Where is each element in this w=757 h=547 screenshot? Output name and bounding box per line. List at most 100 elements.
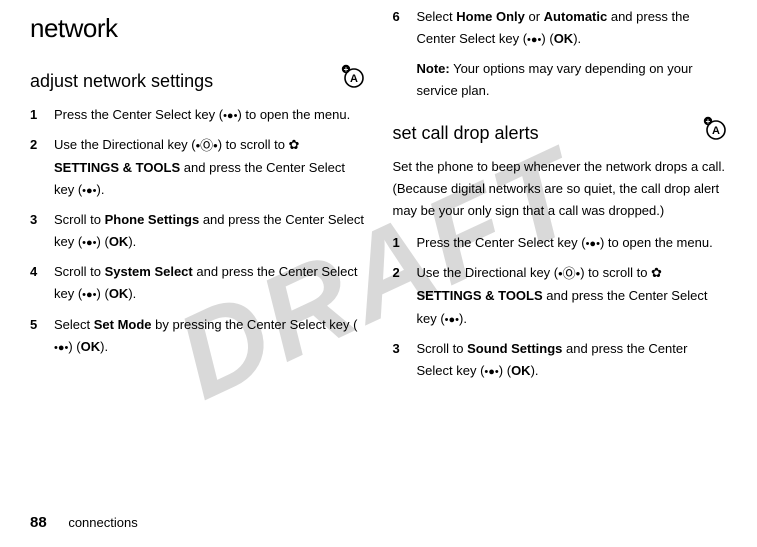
t: ) ( xyxy=(68,339,80,354)
t: ). xyxy=(128,234,136,249)
step-r2: 2 Use the Directional key (•Ⓞ•) to scrol… xyxy=(393,262,728,329)
antenna-plus-icon: A+ xyxy=(341,64,365,98)
t: ) to scroll to xyxy=(580,265,651,280)
t: Scroll to xyxy=(54,212,105,227)
t: ). xyxy=(573,31,581,46)
t: by pressing the Center Select key ( xyxy=(152,317,358,332)
settings-tools-label: SETTINGS & TOOLS xyxy=(54,160,180,175)
t: Use the Directional key ( xyxy=(54,137,196,152)
t: Scroll to xyxy=(54,264,105,279)
phone-settings-label: Phone Settings xyxy=(105,212,200,227)
center-select-icon: •●• xyxy=(223,107,237,126)
automatic-label: Automatic xyxy=(544,9,608,24)
step-r3: 3 Scroll to Sound Settings and press the… xyxy=(393,338,728,382)
ok-label: OK xyxy=(511,363,531,378)
section-heading-network: network xyxy=(30,6,365,50)
subheading-call-drop: set call drop alerts A+ xyxy=(393,116,728,150)
step-number: 4 xyxy=(30,261,44,305)
step-number: 1 xyxy=(30,104,44,126)
system-select-label: System Select xyxy=(105,264,193,279)
page-number: 88 xyxy=(30,514,47,531)
step-5: 5 Select Set Mode by pressing the Center… xyxy=(30,314,365,358)
step-number: 3 xyxy=(393,338,407,382)
note-paragraph: Note: Your options may vary depending on… xyxy=(417,58,728,102)
step-text: Press the Center Select key (•●•) to ope… xyxy=(54,104,365,126)
t: ). xyxy=(459,311,467,326)
step-number: 1 xyxy=(393,232,407,254)
ok-label: OK xyxy=(109,234,129,249)
step-text: Scroll to System Select and press the Ce… xyxy=(54,261,365,305)
step-2: 2 Use the Directional key (•Ⓞ•) to scrol… xyxy=(30,134,365,201)
t: or xyxy=(525,9,544,24)
center-select-icon: •●• xyxy=(82,234,96,253)
center-select-icon: •●• xyxy=(527,31,541,50)
t: ). xyxy=(97,182,105,197)
svg-text:A: A xyxy=(350,73,358,85)
ok-label: OK xyxy=(81,339,101,354)
sound-settings-label: Sound Settings xyxy=(467,341,562,356)
step-number: 5 xyxy=(30,314,44,358)
t: Press the Center Select key ( xyxy=(417,235,586,250)
home-only-label: Home Only xyxy=(456,9,525,24)
left-column: network adjust network settings A+ 1 Pre… xyxy=(30,6,365,390)
step-3: 3 Scroll to Phone Settings and press the… xyxy=(30,209,365,253)
page-content: network adjust network settings A+ 1 Pre… xyxy=(30,0,727,390)
settings-tools-label: SETTINGS & TOOLS xyxy=(417,288,543,303)
t: ) to open the menu. xyxy=(237,107,350,122)
right-column: 6 Select Home Only or Automatic and pres… xyxy=(393,6,728,390)
t: ) ( xyxy=(499,363,511,378)
t: Scroll to xyxy=(417,341,468,356)
t: ). xyxy=(100,339,108,354)
t: ) to open the menu. xyxy=(600,235,713,250)
step-4: 4 Scroll to System Select and press the … xyxy=(30,261,365,305)
t: ) to scroll to xyxy=(218,137,289,152)
step-number: 2 xyxy=(393,262,407,329)
step-6: 6 Select Home Only or Automatic and pres… xyxy=(393,6,728,50)
center-select-icon: •●• xyxy=(484,363,498,382)
wrench-icon: ✿ xyxy=(289,134,300,156)
note-text: Your options may vary depending on your … xyxy=(417,61,693,98)
wrench-icon: ✿ xyxy=(651,262,662,284)
directional-key-icon: •Ⓞ• xyxy=(196,135,218,157)
t: ) ( xyxy=(97,286,109,301)
step-number: 6 xyxy=(393,6,407,50)
center-select-icon: •●• xyxy=(445,311,459,330)
svg-text:+: + xyxy=(706,117,711,126)
ok-label: OK xyxy=(109,286,129,301)
set-mode-label: Set Mode xyxy=(94,317,152,332)
step-text: Use the Directional key (•Ⓞ•) to scroll … xyxy=(54,134,365,201)
t: Use the Directional key ( xyxy=(417,265,559,280)
center-select-icon: •●• xyxy=(82,182,96,201)
step-1: 1 Press the Center Select key (•●•) to o… xyxy=(30,104,365,126)
step-text: Scroll to Phone Settings and press the C… xyxy=(54,209,365,253)
antenna-plus-icon: A+ xyxy=(703,116,727,150)
t: ) ( xyxy=(97,234,109,249)
subheading-text: adjust network settings xyxy=(30,66,213,97)
center-select-icon: •●• xyxy=(54,339,68,358)
note-label: Note: xyxy=(417,61,450,76)
step-text: Scroll to Sound Settings and press the C… xyxy=(417,338,728,382)
subheading-adjust-network: adjust network settings A+ xyxy=(30,64,365,98)
subheading-text: set call drop alerts xyxy=(393,118,539,149)
step-text: Use the Directional key (•Ⓞ•) to scroll … xyxy=(417,262,728,329)
t: Press the Center Select key ( xyxy=(54,107,223,122)
center-select-icon: •●• xyxy=(586,235,600,254)
ok-label: OK xyxy=(554,31,574,46)
t: ) ( xyxy=(541,31,553,46)
svg-text:+: + xyxy=(343,65,348,74)
step-number: 2 xyxy=(30,134,44,201)
t: ). xyxy=(531,363,539,378)
step-text: Select Set Mode by pressing the Center S… xyxy=(54,314,365,358)
intro-text: Set the phone to beep whenever the netwo… xyxy=(393,156,728,222)
step-text: Select Home Only or Automatic and press … xyxy=(417,6,728,50)
step-r1: 1 Press the Center Select key (•●•) to o… xyxy=(393,232,728,254)
center-select-icon: •●• xyxy=(82,286,96,305)
step-text: Press the Center Select key (•●•) to ope… xyxy=(417,232,728,254)
step-number: 3 xyxy=(30,209,44,253)
footer-section: connections xyxy=(68,515,137,530)
page-footer: 88 connections xyxy=(30,514,138,531)
svg-text:A: A xyxy=(712,125,720,137)
t: Select xyxy=(54,317,94,332)
t: Select xyxy=(417,9,457,24)
directional-key-icon: •Ⓞ• xyxy=(558,263,580,285)
